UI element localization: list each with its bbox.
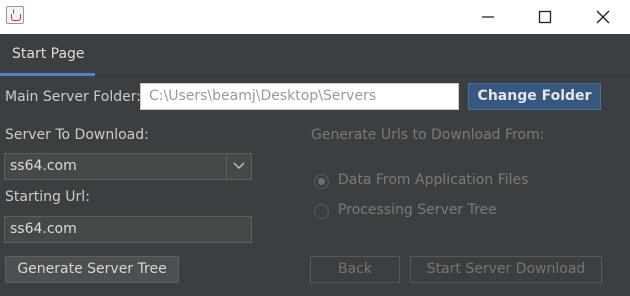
- server-to-download-label: Server To Download:: [5, 127, 149, 143]
- change-folder-button[interactable]: Change Folder: [468, 83, 601, 110]
- maximize-icon: [538, 10, 552, 24]
- radio-server-tree[interactable]: [314, 204, 329, 219]
- radio-application-files-label: Data From Application Files: [338, 172, 529, 188]
- starting-url-label: Starting Url:: [5, 189, 90, 205]
- minimize-button[interactable]: [459, 0, 517, 34]
- close-icon: [596, 10, 610, 24]
- radio-application-files[interactable]: [314, 174, 329, 189]
- start-page-panel: Main Server Folder: C:\Users\beamj\Deskt…: [0, 76, 630, 296]
- java-cup-icon: [6, 6, 24, 24]
- start-server-download-button[interactable]: Start Server Download: [410, 256, 602, 283]
- server-to-download-value: ss64.com: [10, 158, 77, 174]
- tab-bar: Start Page: [0, 34, 630, 76]
- chevron-down-icon: [233, 162, 245, 170]
- radio-server-tree-label: Processing Server Tree: [338, 202, 497, 218]
- generate-server-tree-button[interactable]: Generate Server Tree: [5, 256, 179, 283]
- server-to-download-select[interactable]: ss64.com: [4, 153, 252, 180]
- starting-url-input[interactable]: ss64.com: [4, 216, 252, 243]
- title-bar: [0, 0, 630, 34]
- minimize-icon: [482, 16, 494, 18]
- back-button[interactable]: Back: [310, 256, 400, 283]
- generate-urls-heading: Generate Urls to Download From:: [311, 127, 545, 143]
- main-folder-label: Main Server Folder:: [5, 89, 141, 105]
- main-folder-field[interactable]: C:\Users\beamj\Desktop\Servers: [140, 83, 459, 110]
- tab-label: Start Page: [12, 46, 85, 62]
- close-button[interactable]: [574, 0, 630, 34]
- maximize-button[interactable]: [516, 0, 574, 34]
- tab-start-page[interactable]: Start Page: [0, 34, 95, 76]
- dropdown-button[interactable]: [226, 154, 251, 179]
